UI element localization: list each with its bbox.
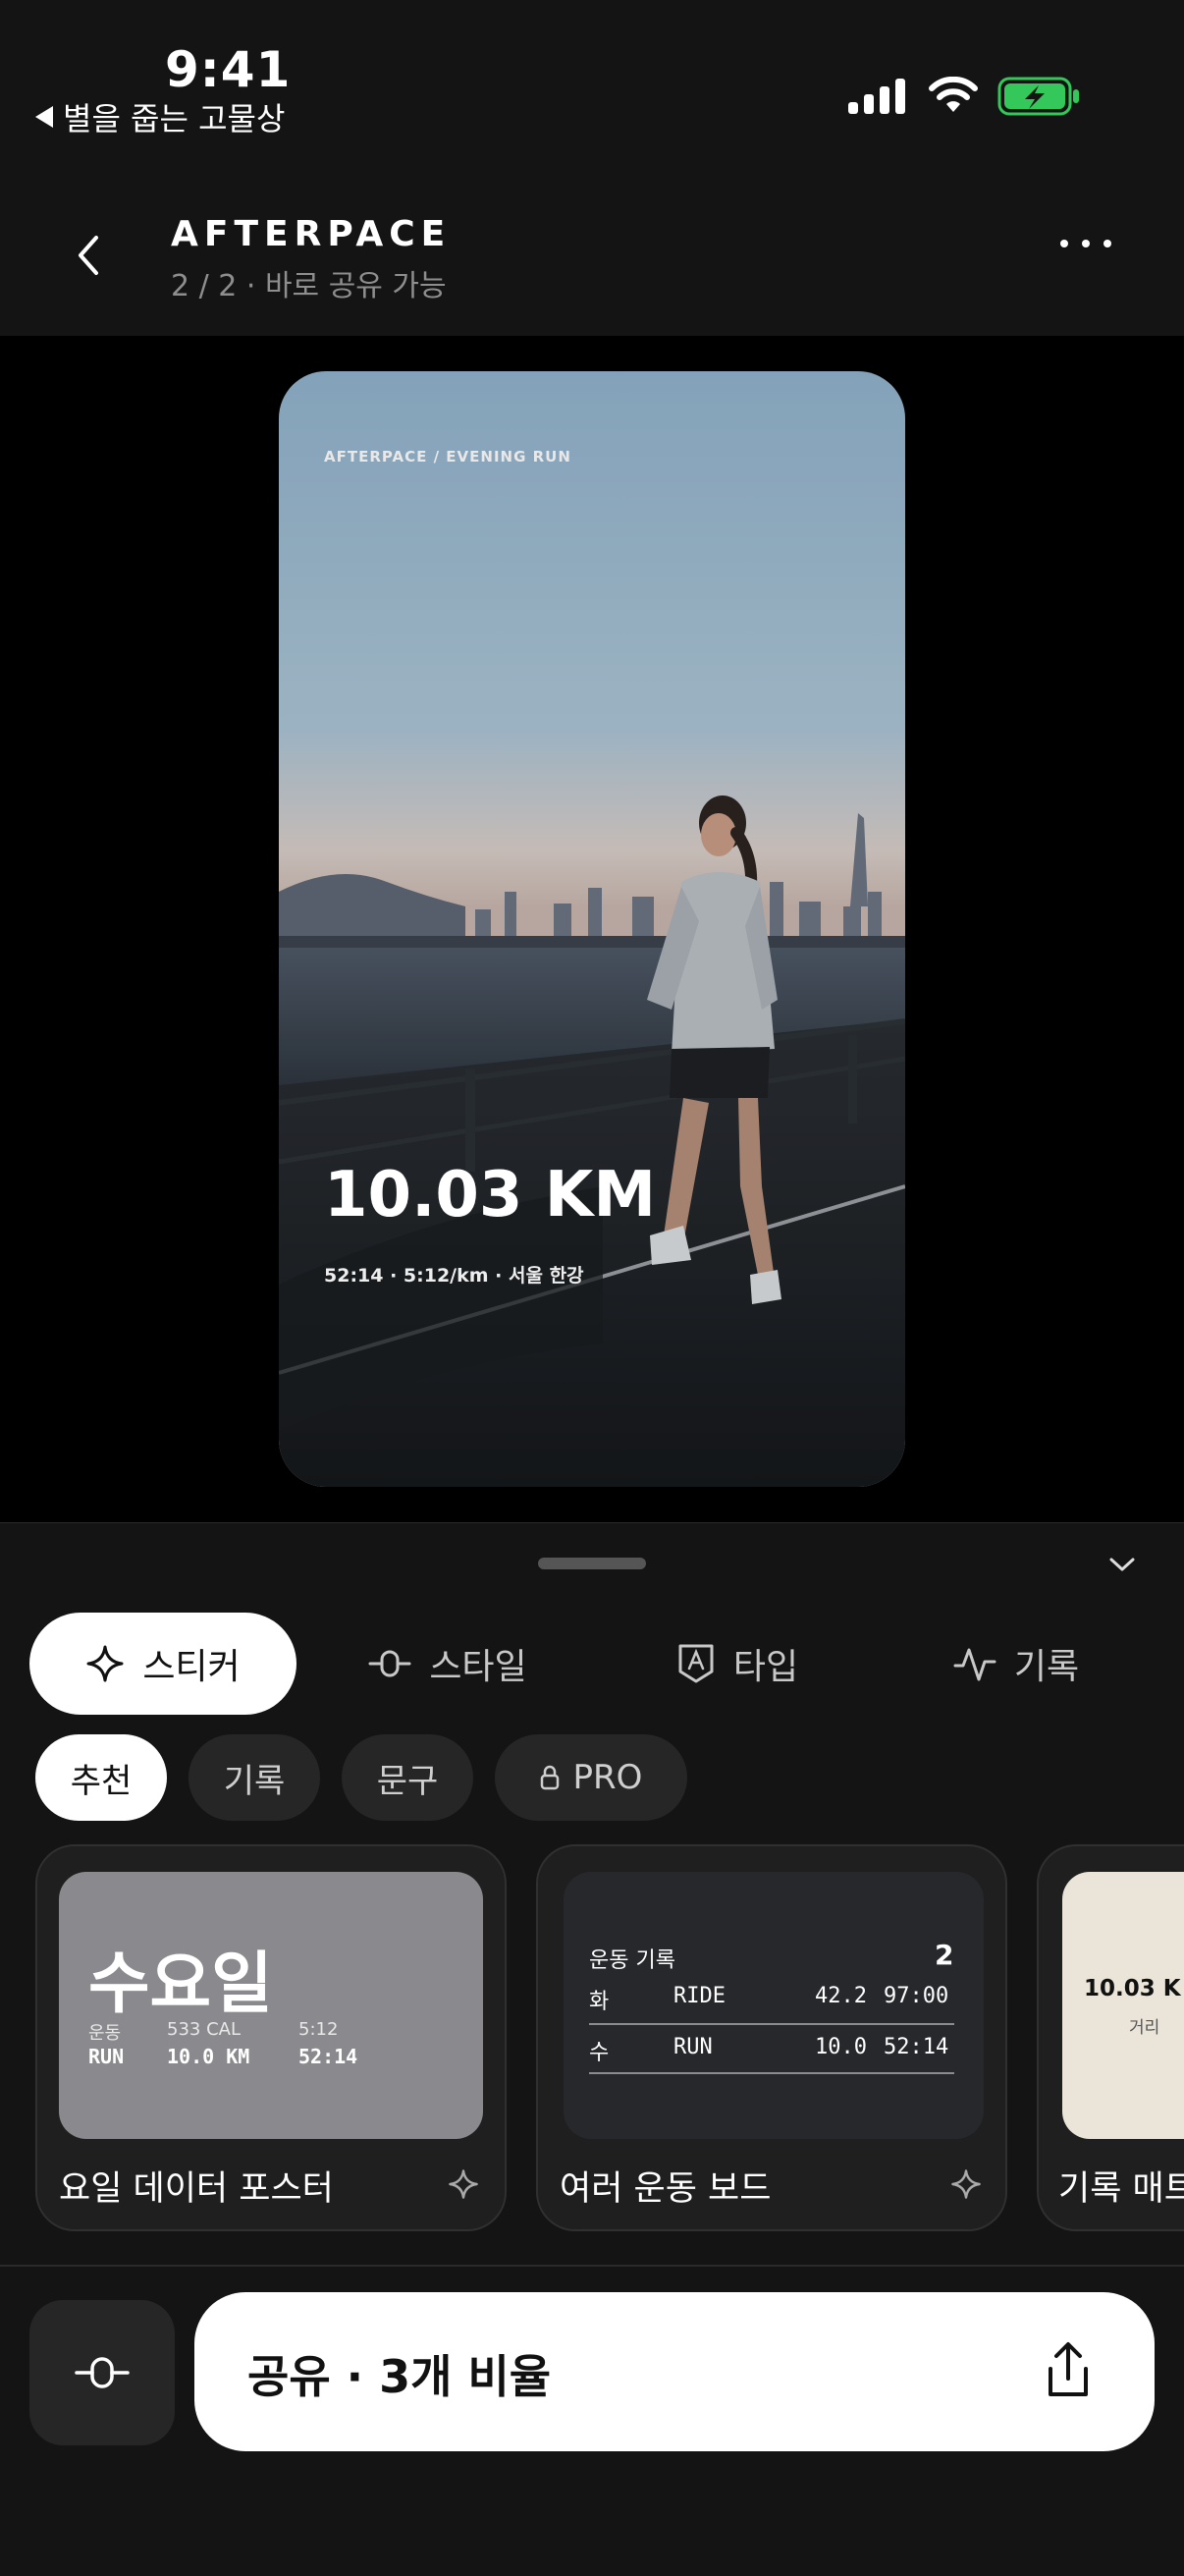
- share-upload-icon: [1049, 2342, 1088, 2396]
- board-heading: 운동 기록: [589, 1948, 675, 1973]
- mat-value: 10.03 K: [1084, 1976, 1181, 2001]
- style-shortcut-button[interactable]: [29, 2300, 175, 2445]
- story-meta-label: AFTERPACE / EVENING RUN: [324, 448, 571, 466]
- chip-label: 추천: [70, 1761, 133, 1801]
- share-button-label: 공유 · 3개 비율: [247, 2350, 552, 2403]
- board-row-type: RIDE: [673, 1984, 726, 2008]
- board-row-day: 화: [589, 1990, 610, 2014]
- runner-photo: [279, 371, 905, 1487]
- collapse-chevron-icon[interactable]: [1107, 1554, 1137, 1575]
- tab-sticker[interactable]: 스티커: [29, 1613, 296, 1715]
- tab-label: 타입: [732, 1647, 799, 1687]
- card-title: 여러 운동 보드: [560, 2169, 772, 2209]
- poster-col-label: 운동: [88, 2023, 122, 2044]
- card-title: 기록 매트: [1058, 2169, 1184, 2209]
- sparkle-icon[interactable]: [950, 2168, 982, 2200]
- tab-type[interactable]: 타입: [654, 1613, 821, 1715]
- story-stats: 52:14 · 5:12/km · 서울 한강: [324, 1265, 584, 1287]
- chip-recommended[interactable]: 추천: [35, 1734, 167, 1821]
- wifi-icon: [929, 77, 978, 112]
- chip-label: 기록: [223, 1761, 286, 1801]
- sparkle-icon[interactable]: [448, 2168, 479, 2200]
- chip-pro[interactable]: PRO: [495, 1734, 687, 1821]
- status-time: 9:41: [165, 41, 292, 98]
- style-slider-icon: [75, 2357, 130, 2388]
- cellular-signal-icon: [848, 79, 905, 114]
- type-badge-icon: [678, 1644, 714, 1683]
- tab-label: 스타일: [429, 1647, 527, 1687]
- chip-label: PRO: [572, 1758, 643, 1797]
- poster-day: 수요일: [88, 1946, 273, 2023]
- footer-divider: [0, 2265, 1184, 2267]
- activity-pulse-icon: [953, 1648, 996, 1681]
- style-slider-icon: [368, 1650, 411, 1677]
- lock-icon: [540, 1765, 559, 1790]
- back-app-label: 별을 줍는 고물상: [63, 100, 286, 137]
- board-row-type: RUN: [673, 2035, 713, 2059]
- chip-records[interactable]: 기록: [188, 1734, 320, 1821]
- board-row-time: 52:14: [884, 2035, 949, 2059]
- board-row-time: 97:00: [884, 1984, 949, 2008]
- more-options-icon[interactable]: [1060, 240, 1111, 247]
- poster-col-value: 10.0 KM: [167, 2045, 250, 2068]
- chip-label: 문구: [376, 1761, 439, 1801]
- poster-col-label: 5:12: [298, 2019, 339, 2040]
- sparkle-icon: [86, 1645, 124, 1682]
- mat-caption: 거리: [1129, 2018, 1160, 2038]
- back-triangle-icon: [35, 106, 53, 128]
- board-row-day: 수: [589, 2041, 610, 2065]
- poster-col-value: 52:14: [298, 2045, 358, 2068]
- record-mat-preview: [1062, 1872, 1184, 2139]
- chip-phrases[interactable]: 문구: [342, 1734, 473, 1821]
- tab-records[interactable]: 기록: [942, 1613, 1090, 1715]
- tab-label: 스티커: [142, 1647, 241, 1687]
- story-preview[interactable]: [279, 371, 905, 1487]
- back-chevron-icon[interactable]: [63, 228, 118, 283]
- page-subtitle: 2 / 2 · 바로 공유 가능: [171, 269, 447, 303]
- board-divider: [589, 2023, 954, 2025]
- back-to-app-link[interactable]: 별을 줍는 고물상: [35, 94, 285, 139]
- tab-style[interactable]: 스타일: [350, 1613, 546, 1715]
- battery-charging-icon: [997, 77, 1079, 116]
- story-distance: 10.03 KM: [324, 1159, 656, 1232]
- poster-col-value: RUN: [88, 2045, 125, 2068]
- board-row-dist: 10.0: [815, 2035, 867, 2059]
- page-title: AFTERPACE: [171, 214, 452, 254]
- board-divider: [589, 2072, 954, 2074]
- board-count: 2: [935, 1939, 954, 1971]
- poster-col-label: 533 CAL: [167, 2019, 241, 2040]
- board-row-dist: 42.2: [815, 1984, 867, 2008]
- card-title: 요일 데이터 포스터: [59, 2169, 334, 2209]
- tab-label: 기록: [1013, 1647, 1080, 1687]
- sheet-drag-handle[interactable]: [538, 1558, 646, 1569]
